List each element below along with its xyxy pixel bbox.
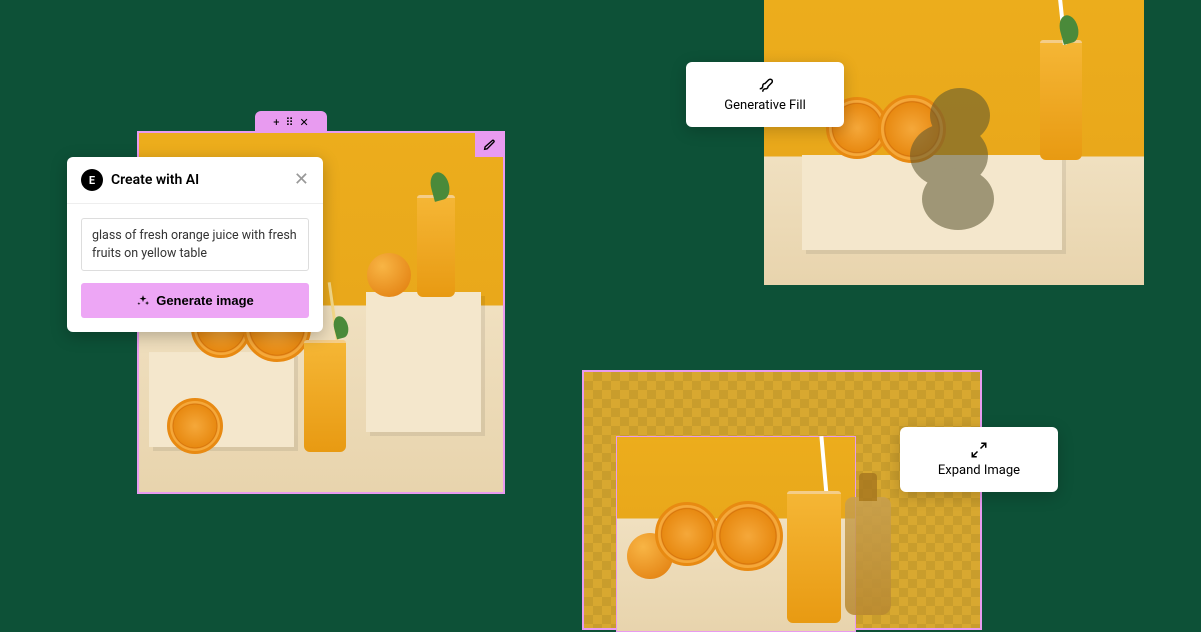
close-tab-icon: ✕ (300, 117, 309, 128)
expand-icon (910, 441, 1048, 459)
generative-fill-tooltip[interactable]: Generative Fill (686, 62, 844, 127)
fill-selection-mask[interactable] (910, 88, 1005, 233)
brush-icon (696, 76, 834, 94)
add-icon: + (273, 117, 279, 128)
expand-image-label: Expand Image (910, 463, 1048, 478)
expand-image-panel: Expand Image (582, 370, 982, 630)
generative-fill-label: Generative Fill (696, 98, 834, 113)
edit-badge[interactable] (475, 133, 503, 157)
drag-handle-icon: ⠿ (285, 117, 293, 128)
popup-title: Create with AI (111, 172, 286, 188)
generate-button-label: Generate image (156, 293, 254, 308)
original-image-bounds[interactable] (616, 436, 856, 632)
expand-image-tooltip[interactable]: Expand Image (900, 427, 1058, 492)
generative-fill-panel: Generative Fill (764, 0, 1144, 285)
bottle-extended-object (845, 497, 891, 615)
prompt-input[interactable]: glass of fresh orange juice with fresh f… (81, 218, 309, 271)
sparkle-icon (136, 294, 150, 308)
create-with-ai-panel: + ⠿ ✕ E Create with AI ✕ glass of fresh … (137, 131, 505, 494)
generate-image-button[interactable]: Generate image (81, 283, 309, 318)
widget-tab-handle[interactable]: + ⠿ ✕ (255, 111, 327, 133)
close-popup-button[interactable]: ✕ (294, 171, 309, 189)
pencil-icon (483, 139, 496, 152)
create-with-ai-popup: E Create with AI ✕ glass of fresh orange… (67, 157, 323, 332)
elementor-logo-icon: E (81, 169, 103, 191)
popup-header: E Create with AI ✕ (67, 157, 323, 204)
